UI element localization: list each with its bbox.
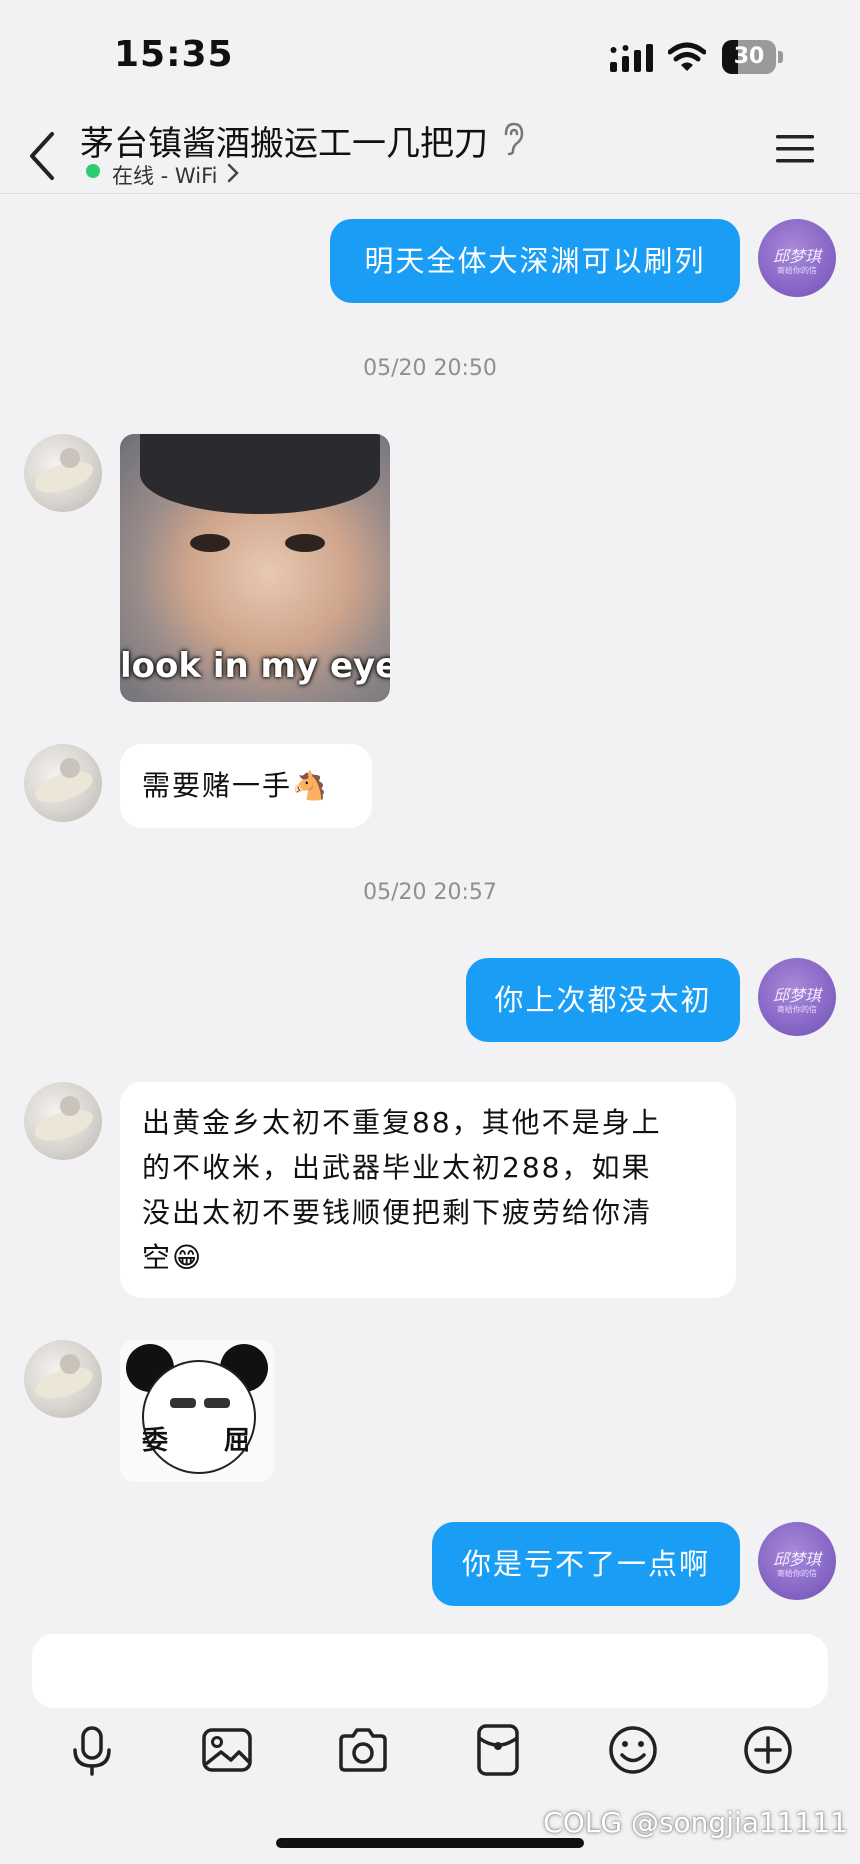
wifi-icon bbox=[668, 42, 706, 71]
message-bubble-outgoing[interactable]: 明天全体大深渊可以刷列 bbox=[330, 219, 740, 303]
camera-icon[interactable] bbox=[335, 1722, 391, 1778]
avatar-contact[interactable] bbox=[24, 1082, 102, 1160]
battery-percent: 30 bbox=[733, 44, 765, 69]
sticker-text: 委 bbox=[142, 1426, 169, 1456]
message-bubble-incoming[interactable]: 需要赌一手🐴 bbox=[120, 744, 372, 828]
emoji-icon[interactable] bbox=[605, 1722, 661, 1778]
header-divider bbox=[0, 193, 860, 194]
message-line: 的不收米，出武器毕业太初288，如果 bbox=[142, 1151, 652, 1184]
message-line: 出黄金乡太初不重复88，其他不是身上 bbox=[142, 1106, 662, 1139]
watermark: COLG @songjia11111 bbox=[543, 1806, 848, 1839]
avatar-signature: 邱梦琪 bbox=[772, 247, 821, 266]
avatar-subtext: 寄给你的信 bbox=[777, 266, 817, 275]
chat-header: 茅台镇酱酒搬运工一几把刀 在线 - WiFi bbox=[0, 106, 860, 194]
avatar-contact[interactable] bbox=[24, 434, 102, 512]
microphone-icon[interactable] bbox=[64, 1722, 120, 1778]
signal-icon bbox=[610, 44, 653, 72]
message-line: 空😁 bbox=[142, 1241, 204, 1274]
avatar-self[interactable]: 邱梦琪 寄给你的信 bbox=[758, 1522, 836, 1600]
message-bubble-outgoing[interactable]: 你是亏不了一点啊 bbox=[432, 1522, 740, 1606]
home-indicator[interactable] bbox=[276, 1838, 584, 1848]
sticker-image[interactable]: look in my eyes bbox=[120, 434, 390, 702]
ear-icon[interactable] bbox=[500, 122, 524, 156]
red-packet-icon[interactable] bbox=[470, 1722, 526, 1778]
avatar-self[interactable]: 邱梦琪 寄给你的信 bbox=[758, 958, 836, 1036]
timestamp: 05/20 20:57 bbox=[363, 880, 497, 905]
sticker-text: 屈 bbox=[224, 1426, 251, 1456]
avatar-signature: 邱梦琪 bbox=[772, 986, 821, 1005]
avatar-contact[interactable] bbox=[24, 744, 102, 822]
avatar-subtext: 寄给你的信 bbox=[777, 1569, 817, 1578]
sticker-image[interactable]: 委 屈 bbox=[120, 1340, 274, 1482]
online-status-text[interactable]: 在线 - WiFi bbox=[112, 160, 217, 190]
back-button[interactable] bbox=[24, 126, 64, 186]
plus-icon[interactable] bbox=[740, 1722, 796, 1778]
sticker-caption: look in my eyes bbox=[120, 646, 390, 686]
timestamp: 05/20 20:50 bbox=[363, 356, 497, 381]
message-bubble-outgoing[interactable]: 你上次都没太初 bbox=[466, 958, 740, 1042]
battery-indicator: 30 bbox=[722, 40, 784, 74]
image-icon[interactable] bbox=[199, 1722, 255, 1778]
avatar-subtext: 寄给你的信 bbox=[777, 1005, 817, 1014]
chat-title[interactable]: 茅台镇酱酒搬运工一几把刀 bbox=[80, 116, 488, 165]
online-status-dot bbox=[86, 164, 100, 178]
message-line: 没出太初不要钱顺便把剩下疲劳给你清 bbox=[142, 1196, 653, 1229]
message-input[interactable] bbox=[32, 1634, 828, 1708]
menu-button[interactable] bbox=[774, 132, 816, 166]
chevron-right-icon[interactable] bbox=[226, 162, 240, 184]
avatar-contact[interactable] bbox=[24, 1340, 102, 1418]
avatar-signature: 邱梦琪 bbox=[772, 1550, 821, 1569]
status-time: 15:35 bbox=[114, 34, 234, 75]
avatar-self[interactable]: 邱梦琪 寄给你的信 bbox=[758, 219, 836, 297]
message-bubble-incoming[interactable]: 出黄金乡太初不重复88，其他不是身上 的不收米，出武器毕业太初288，如果 没出… bbox=[120, 1082, 736, 1298]
